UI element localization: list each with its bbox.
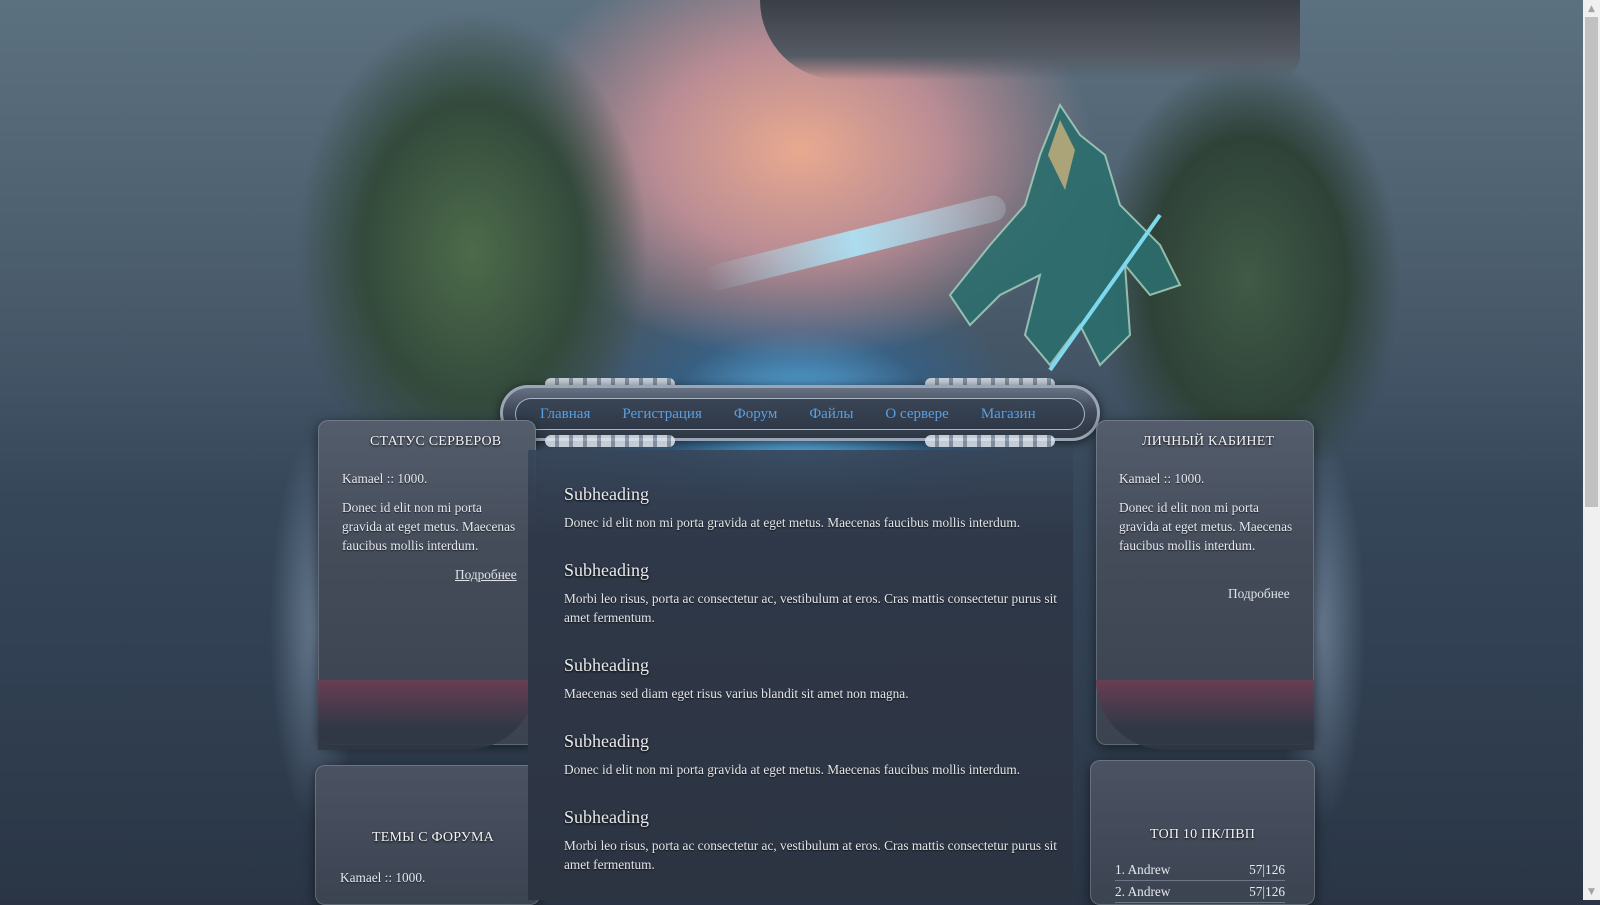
right-panel-wave-decoration (1096, 680, 1314, 750)
top-pvp-player: 1. Andrew (1115, 862, 1171, 877)
article-2: Subheading Morbi leo risus, porta ac con… (564, 560, 1069, 627)
personal-cabinet-text: Donec id elit non mi porta gravida at eg… (1119, 500, 1293, 553)
scroll-thumb[interactable] (1585, 17, 1598, 507)
article-heading: Subheading (564, 731, 649, 751)
article-text: Maecenas sed diam eget risus varius blan… (564, 686, 909, 701)
article-text: Donec id elit non mi porta gravida at eg… (564, 515, 1021, 530)
top-pvp-score: 57|126 (1249, 884, 1285, 899)
server-status-text: Donec id elit non mi porta gravida at eg… (342, 500, 516, 553)
nav-link-registration[interactable]: Регистрация (622, 406, 702, 423)
personal-cabinet-more-link[interactable]: Подробнее (1228, 586, 1290, 602)
nav-chain-bottom-left (545, 435, 675, 447)
main-nav: Главная Регистрация Форум Файлы О сервер… (540, 398, 1036, 430)
scroll-up-arrow-icon[interactable]: ▲ (1583, 0, 1600, 17)
scroll-down-arrow-icon[interactable]: ▼ (1583, 883, 1600, 900)
personal-cabinet-line: Kamael :: 1000. (1119, 471, 1205, 486)
article-3: Subheading Maecenas sed diam eget risus … (564, 655, 1069, 703)
article-1: Subheading Donec id elit non mi porta gr… (564, 484, 1069, 532)
forum-topics-title: ТЕМЫ С ФОРУМА (372, 830, 494, 845)
page-scrollbar[interactable]: ▲ ▼ (1583, 0, 1600, 900)
article-heading: Subheading (564, 807, 649, 827)
article-heading: Subheading (564, 484, 649, 504)
warrior-illustration (948, 102, 1182, 372)
article-text: Donec id elit non mi porta gravida at eg… (564, 762, 1021, 777)
nav-link-forum[interactable]: Форум (734, 406, 777, 423)
top-pvp-title: ТОП 10 ПК/ПВП (1150, 827, 1256, 842)
airship-art (760, 0, 1300, 80)
article-heading: Subheading (564, 560, 649, 580)
article-5: Subheading Morbi leo risus, porta ac con… (564, 807, 1069, 874)
nav-link-home[interactable]: Главная (540, 406, 590, 423)
article-4: Subheading Donec id elit non mi porta gr… (564, 731, 1069, 779)
server-status-title: СТАТУС СЕРВЕРОВ (370, 434, 502, 449)
article-text: Morbi leo risus, porta ac consectetur ac… (564, 838, 1057, 872)
forum-topics-line: Kamael :: 1000. (340, 870, 426, 885)
article-heading: Subheading (564, 655, 649, 675)
nav-link-shop[interactable]: Магазин (981, 406, 1036, 423)
nav-link-about-server[interactable]: О сервере (885, 406, 948, 423)
nav-link-files[interactable]: Файлы (809, 406, 853, 423)
top-pvp-row: 2. Andrew 57|126 (1115, 884, 1285, 903)
top-pvp-row: 1. Andrew 57|126 (1115, 862, 1285, 881)
article-text: Morbi leo risus, porta ac consectetur ac… (564, 591, 1057, 625)
server-status-more-link[interactable]: Подробнее (455, 567, 517, 583)
nav-chain-bottom-right (925, 435, 1055, 447)
top-pvp-player: 2. Andrew (1115, 884, 1171, 899)
server-status-line: Kamael :: 1000. (342, 471, 428, 486)
left-cliff-art (230, 0, 670, 420)
top-pvp-score: 57|126 (1249, 862, 1285, 877)
personal-cabinet-title: ЛИЧНЫЙ КАБИНЕТ (1142, 434, 1275, 449)
